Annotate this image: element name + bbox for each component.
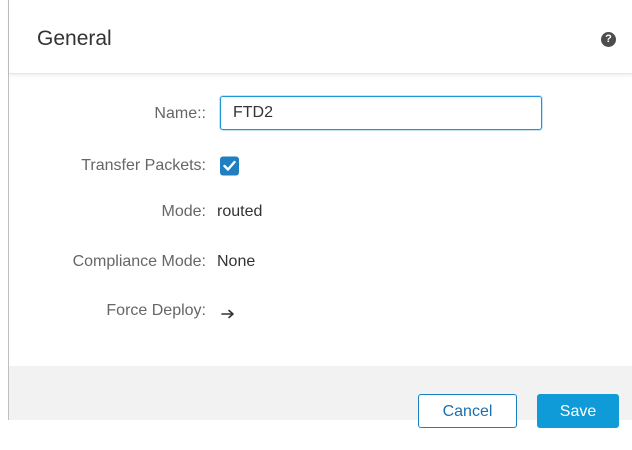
mode-label: Mode: — [161, 203, 206, 220]
name-row: Name:: — [9, 96, 632, 132]
force-deploy-row: Force Deploy: — [9, 293, 632, 329]
transfer-packets-label: Transfer Packets: — [81, 157, 206, 174]
name-label: Name:: — [154, 105, 206, 122]
dialog-title: General — [37, 27, 112, 50]
compliance-mode-row: Compliance Mode: None — [9, 244, 632, 280]
transfer-packets-row: Transfer Packets: — [9, 148, 632, 184]
help-icon[interactable]: ? — [601, 32, 616, 47]
mode-value: routed — [217, 203, 263, 220]
arrow-right-icon[interactable] — [221, 306, 235, 319]
mode-row: Mode: routed — [9, 194, 632, 230]
dialog-header: General ? — [9, 0, 632, 74]
checkmark-icon — [223, 160, 236, 171]
dialog-footer: Cancel Save — [9, 366, 632, 428]
save-button[interactable]: Save — [537, 394, 619, 428]
compliance-mode-value: None — [217, 253, 256, 270]
compliance-mode-label: Compliance Mode: — [72, 253, 206, 270]
force-deploy-label: Force Deploy: — [106, 302, 206, 319]
cancel-button[interactable]: Cancel — [418, 394, 517, 428]
name-input[interactable] — [220, 96, 542, 130]
transfer-packets-checkbox[interactable] — [220, 156, 239, 176]
general-dialog: General ? Name:: Transfer Packets: Mode:… — [8, 0, 632, 428]
